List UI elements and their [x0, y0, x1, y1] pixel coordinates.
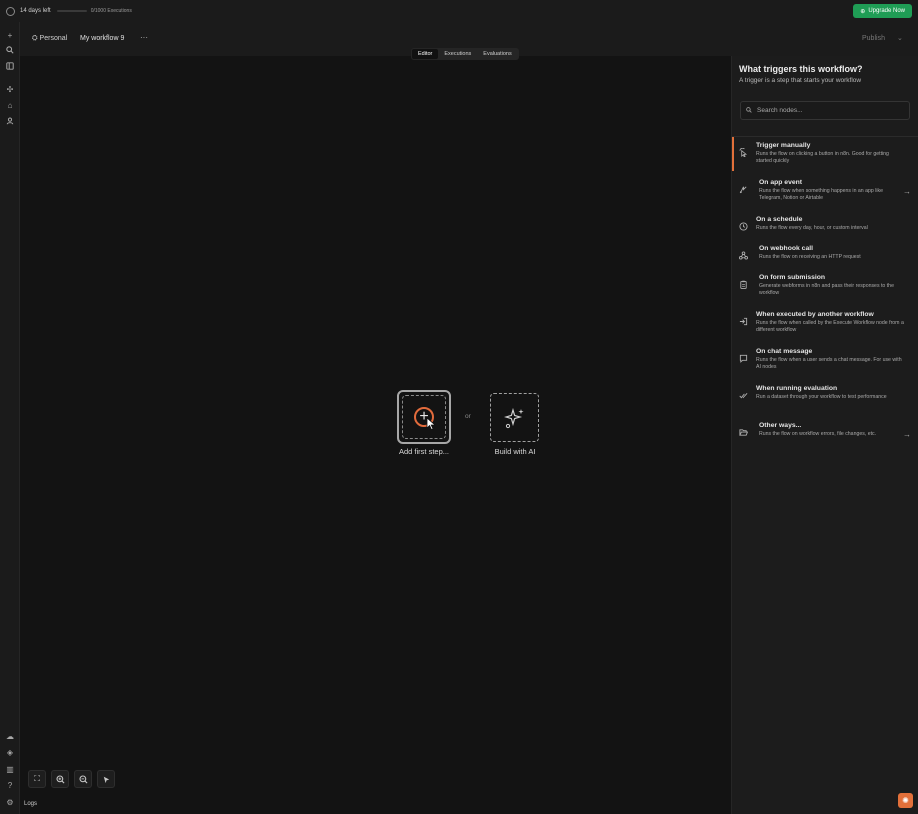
trigger-item-form[interactable]: On form submission Generate webforms in … — [732, 274, 918, 297]
left-sidebar: + ✣ ⌂ ☁ ◈ ▥ ? ⚙ — [0, 22, 20, 814]
clock-icon — [739, 222, 748, 231]
user-icon[interactable] — [5, 116, 15, 126]
clipboard-icon — [739, 280, 748, 289]
workflows-icon[interactable]: ✣ — [5, 84, 15, 94]
build-with-ai-label: Build with AI — [494, 447, 536, 456]
trigger-item-evaluation[interactable]: When running evaluation Run a dataset th… — [732, 385, 918, 401]
trigger-panel: What triggers this workflow? A trigger i… — [731, 56, 918, 814]
trigger-item-sub-workflow[interactable]: When executed by another workflow Runs t… — [732, 311, 918, 334]
fit-view-button[interactable]: ⛶ — [28, 770, 46, 788]
panel-divider — [732, 136, 918, 137]
tab-evaluations[interactable]: Evaluations — [477, 49, 517, 59]
webhook-icon — [739, 251, 748, 260]
zoom-out-icon — [78, 774, 87, 783]
zoom-in-icon — [55, 774, 64, 783]
trigger-desc: Runs the flow when called by the Execute… — [756, 320, 904, 333]
add-first-step-button[interactable]: + — [397, 390, 451, 444]
settings-gear-icon[interactable]: ⚙ — [5, 797, 15, 807]
trigger-item-app-event[interactable]: On app event Runs the flow when somethin… — [732, 179, 918, 202]
folder-open-icon — [739, 428, 749, 437]
trigger-desc: Runs the flow on workflow errors, file c… — [759, 431, 877, 437]
executions-count: 0/1000 Executions — [90, 8, 132, 14]
trigger-item-chat[interactable]: On chat message Runs the flow when a use… — [732, 348, 918, 371]
trigger-item-manual[interactable]: Trigger manually Runs the flow on clicki… — [732, 137, 918, 171]
add-first-step-label: Add first step... — [398, 447, 450, 456]
trigger-item-webhook[interactable]: On webhook call Runs the flow on receivi… — [732, 245, 918, 261]
tab-editor[interactable]: Editor — [412, 49, 439, 59]
trigger-desc: Runs the flow on clicking a button in n8… — [756, 151, 889, 164]
sparkles-icon — [503, 407, 524, 428]
project-breadcrumb[interactable]: ⛭ Personal — [32, 35, 67, 43]
trigger-title: On app event — [759, 179, 803, 186]
plus-icon[interactable]: + — [5, 30, 15, 40]
broom-icon — [103, 776, 109, 783]
trial-days-left[interactable]: 14 days left — [20, 8, 51, 14]
zoom-out-button[interactable] — [74, 770, 92, 788]
trigger-title: On chat message — [756, 348, 813, 355]
publish-chevron-icon[interactable]: ⌄ — [897, 34, 903, 42]
cursor-click-icon — [739, 147, 748, 158]
trigger-desc: Runs the flow when something happens in … — [759, 188, 884, 201]
canvas-controls: ⛶ — [28, 770, 115, 788]
trigger-title: When running evaluation — [756, 385, 838, 392]
panel-subtitle: A trigger is a step that starts your wor… — [739, 77, 862, 84]
trigger-title: On a schedule — [756, 216, 803, 223]
trigger-title: Other ways... — [759, 422, 802, 429]
help-icon[interactable]: ? — [5, 780, 15, 790]
upgrade-now-button[interactable]: ⊕ Upgrade Now — [853, 4, 912, 18]
trigger-item-schedule[interactable]: On a schedule Runs the flow every day, h… — [732, 216, 918, 232]
zoom-in-button[interactable] — [51, 770, 69, 788]
trigger-desc: Run a dataset through your workflow to t… — [756, 394, 887, 400]
search-nodes-input[interactable] — [757, 107, 907, 114]
panel-toggle-icon[interactable] — [5, 61, 15, 71]
trigger-desc: Runs the flow on receiving an HTTP reque… — [759, 254, 861, 260]
add-step-inner: + — [402, 395, 446, 439]
top-bar: 14 days left 0/1000 Executions ⊕ Upgrade… — [0, 0, 918, 22]
workflow-name[interactable]: My workflow 9 — [80, 35, 124, 42]
trigger-title: On form submission — [759, 274, 826, 281]
upgrade-icon: ⊕ — [860, 8, 866, 15]
chat-icon — [739, 354, 748, 363]
templates-icon[interactable]: ◈ — [5, 747, 15, 757]
sign-in-icon — [739, 317, 748, 326]
workflow-canvas[interactable] — [20, 56, 731, 814]
tab-executions[interactable]: Executions — [438, 49, 477, 59]
cloud-icon[interactable]: ☁ — [5, 731, 15, 741]
logs-toggle[interactable]: Logs — [24, 801, 37, 807]
trigger-title: Trigger manually — [756, 142, 811, 149]
build-with-ai-button[interactable] — [490, 393, 539, 442]
search-icon[interactable] — [5, 45, 15, 55]
mouse-cursor-icon — [426, 417, 437, 431]
project-name: Personal — [39, 35, 68, 42]
home-icon[interactable]: ⌂ — [5, 100, 15, 110]
insights-chart-icon[interactable]: ▥ — [5, 764, 15, 774]
trigger-title: On webhook call — [759, 245, 814, 252]
trigger-desc: Runs the flow when a user sends a chat m… — [756, 357, 902, 370]
tidy-up-button[interactable] — [97, 770, 115, 788]
trial-clock-icon — [6, 6, 15, 16]
arrow-right-icon: → — [903, 187, 911, 196]
panel-title: What triggers this workflow? — [739, 64, 863, 74]
trigger-title: When executed by another workflow — [756, 311, 874, 318]
search-nodes-box[interactable] — [740, 101, 910, 120]
or-label: or — [465, 413, 471, 420]
trigger-desc: Generate webforms in n8n and pass their … — [759, 283, 894, 296]
trigger-item-other-ways[interactable]: Other ways... Runs the flow on workflow … — [732, 422, 918, 439]
assistant-sparkle-icon[interactable]: ✺ — [898, 793, 913, 808]
publish-button[interactable]: Publish — [862, 35, 885, 42]
trigger-desc: Runs the flow every day, hour, or custom… — [756, 225, 868, 231]
executions-progress-bar — [56, 10, 87, 12]
search-icon — [746, 106, 752, 115]
app-event-icon — [739, 185, 748, 194]
check-double-icon — [739, 391, 748, 400]
more-options-button[interactable]: ··· — [140, 33, 148, 42]
upgrade-label: Upgrade Now — [868, 8, 905, 14]
view-tabs: Editor Executions Evaluations — [411, 48, 519, 60]
arrow-right-icon: → — [903, 430, 911, 439]
